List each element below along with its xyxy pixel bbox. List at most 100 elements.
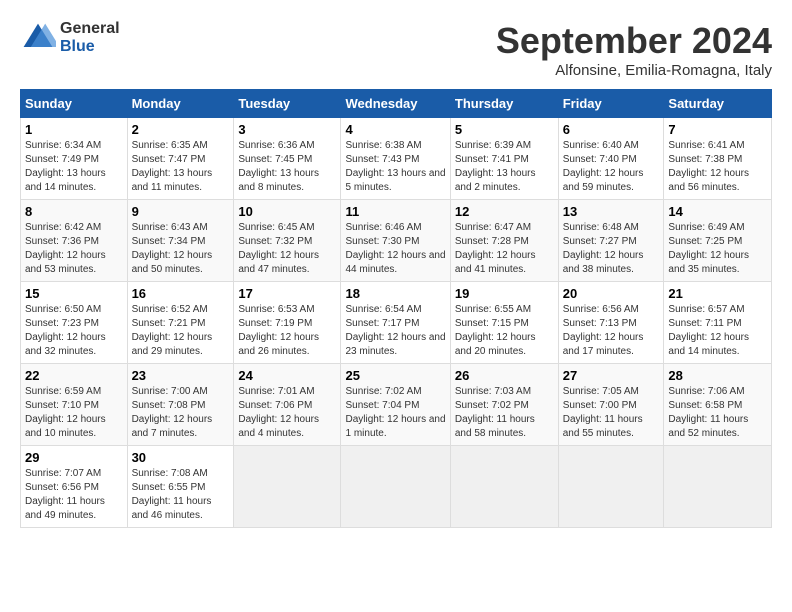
day-info: Sunrise: 6:55 AM Sunset: 7:15 PM Dayligh…	[455, 303, 554, 359]
day-number: 2	[132, 122, 230, 137]
col-thursday: Thursday	[450, 90, 558, 118]
day-number: 25	[345, 368, 445, 383]
calendar-cell	[664, 446, 772, 528]
col-tuesday: Tuesday	[234, 90, 341, 118]
day-number: 23	[132, 368, 230, 383]
day-number: 16	[132, 286, 230, 301]
day-info: Sunrise: 7:08 AM Sunset: 6:55 PM Dayligh…	[132, 467, 230, 523]
logo: General Blue	[20, 20, 120, 56]
day-info: Sunrise: 7:02 AM Sunset: 7:04 PM Dayligh…	[345, 385, 445, 441]
calendar-cell: 22 Sunrise: 6:59 AM Sunset: 7:10 PM Dayl…	[21, 364, 128, 446]
day-number: 10	[238, 204, 336, 219]
calendar-cell: 20 Sunrise: 6:56 AM Sunset: 7:13 PM Dayl…	[558, 282, 664, 364]
logo-text: General Blue	[60, 20, 120, 56]
day-info: Sunrise: 7:03 AM Sunset: 7:02 PM Dayligh…	[455, 385, 554, 441]
day-info: Sunrise: 6:41 AM Sunset: 7:38 PM Dayligh…	[668, 139, 767, 195]
col-saturday: Saturday	[664, 90, 772, 118]
week-row-4: 22 Sunrise: 6:59 AM Sunset: 7:10 PM Dayl…	[21, 364, 772, 446]
day-info: Sunrise: 7:01 AM Sunset: 7:06 PM Dayligh…	[238, 385, 336, 441]
day-number: 12	[455, 204, 554, 219]
calendar-cell: 13 Sunrise: 6:48 AM Sunset: 7:27 PM Dayl…	[558, 200, 664, 282]
day-info: Sunrise: 6:45 AM Sunset: 7:32 PM Dayligh…	[238, 221, 336, 277]
day-info: Sunrise: 6:59 AM Sunset: 7:10 PM Dayligh…	[25, 385, 123, 441]
calendar-cell: 14 Sunrise: 6:49 AM Sunset: 7:25 PM Dayl…	[664, 200, 772, 282]
day-info: Sunrise: 6:54 AM Sunset: 7:17 PM Dayligh…	[345, 303, 445, 359]
calendar-cell: 29 Sunrise: 7:07 AM Sunset: 6:56 PM Dayl…	[21, 446, 128, 528]
calendar-cell	[341, 446, 450, 528]
logo-icon	[20, 20, 56, 56]
day-number: 13	[563, 204, 660, 219]
calendar-cell: 24 Sunrise: 7:01 AM Sunset: 7:06 PM Dayl…	[234, 364, 341, 446]
day-number: 26	[455, 368, 554, 383]
day-info: Sunrise: 6:49 AM Sunset: 7:25 PM Dayligh…	[668, 221, 767, 277]
day-info: Sunrise: 6:42 AM Sunset: 7:36 PM Dayligh…	[25, 221, 123, 277]
calendar-cell: 11 Sunrise: 6:46 AM Sunset: 7:30 PM Dayl…	[341, 200, 450, 282]
week-row-2: 8 Sunrise: 6:42 AM Sunset: 7:36 PM Dayli…	[21, 200, 772, 282]
calendar-cell: 30 Sunrise: 7:08 AM Sunset: 6:55 PM Dayl…	[127, 446, 234, 528]
day-number: 28	[668, 368, 767, 383]
col-monday: Monday	[127, 90, 234, 118]
day-number: 4	[345, 122, 445, 137]
calendar-cell: 12 Sunrise: 6:47 AM Sunset: 7:28 PM Dayl…	[450, 200, 558, 282]
day-info: Sunrise: 6:53 AM Sunset: 7:19 PM Dayligh…	[238, 303, 336, 359]
calendar-cell: 5 Sunrise: 6:39 AM Sunset: 7:41 PM Dayli…	[450, 118, 558, 200]
calendar-cell: 15 Sunrise: 6:50 AM Sunset: 7:23 PM Dayl…	[21, 282, 128, 364]
calendar-cell	[558, 446, 664, 528]
col-wednesday: Wednesday	[341, 90, 450, 118]
day-info: Sunrise: 7:00 AM Sunset: 7:08 PM Dayligh…	[132, 385, 230, 441]
col-sunday: Sunday	[21, 90, 128, 118]
day-number: 15	[25, 286, 123, 301]
calendar-cell: 21 Sunrise: 6:57 AM Sunset: 7:11 PM Dayl…	[664, 282, 772, 364]
week-row-1: 1 Sunrise: 6:34 AM Sunset: 7:49 PM Dayli…	[21, 118, 772, 200]
day-info: Sunrise: 6:47 AM Sunset: 7:28 PM Dayligh…	[455, 221, 554, 277]
day-number: 21	[668, 286, 767, 301]
calendar-cell: 4 Sunrise: 6:38 AM Sunset: 7:43 PM Dayli…	[341, 118, 450, 200]
day-info: Sunrise: 6:46 AM Sunset: 7:30 PM Dayligh…	[345, 221, 445, 277]
day-number: 22	[25, 368, 123, 383]
day-info: Sunrise: 6:57 AM Sunset: 7:11 PM Dayligh…	[668, 303, 767, 359]
calendar-cell: 26 Sunrise: 7:03 AM Sunset: 7:02 PM Dayl…	[450, 364, 558, 446]
day-info: Sunrise: 6:52 AM Sunset: 7:21 PM Dayligh…	[132, 303, 230, 359]
day-info: Sunrise: 7:05 AM Sunset: 7:00 PM Dayligh…	[563, 385, 660, 441]
day-number: 6	[563, 122, 660, 137]
day-info: Sunrise: 6:36 AM Sunset: 7:45 PM Dayligh…	[238, 139, 336, 195]
calendar-cell: 10 Sunrise: 6:45 AM Sunset: 7:32 PM Dayl…	[234, 200, 341, 282]
calendar-cell	[234, 446, 341, 528]
calendar-cell: 25 Sunrise: 7:02 AM Sunset: 7:04 PM Dayl…	[341, 364, 450, 446]
day-number: 1	[25, 122, 123, 137]
page-header: General Blue September 2024 Alfonsine, E…	[20, 20, 772, 79]
calendar-cell: 7 Sunrise: 6:41 AM Sunset: 7:38 PM Dayli…	[664, 118, 772, 200]
day-number: 8	[25, 204, 123, 219]
calendar-cell: 23 Sunrise: 7:00 AM Sunset: 7:08 PM Dayl…	[127, 364, 234, 446]
calendar-cell	[450, 446, 558, 528]
day-number: 9	[132, 204, 230, 219]
calendar-cell: 16 Sunrise: 6:52 AM Sunset: 7:21 PM Dayl…	[127, 282, 234, 364]
day-number: 27	[563, 368, 660, 383]
day-number: 24	[238, 368, 336, 383]
day-number: 3	[238, 122, 336, 137]
title-block: September 2024 Alfonsine, Emilia-Romagna…	[496, 20, 772, 79]
week-row-3: 15 Sunrise: 6:50 AM Sunset: 7:23 PM Dayl…	[21, 282, 772, 364]
day-number: 30	[132, 450, 230, 465]
week-row-5: 29 Sunrise: 7:07 AM Sunset: 6:56 PM Dayl…	[21, 446, 772, 528]
location-title: Alfonsine, Emilia-Romagna, Italy	[496, 62, 772, 79]
calendar-cell: 28 Sunrise: 7:06 AM Sunset: 6:58 PM Dayl…	[664, 364, 772, 446]
calendar-cell: 8 Sunrise: 6:42 AM Sunset: 7:36 PM Dayli…	[21, 200, 128, 282]
calendar-cell: 18 Sunrise: 6:54 AM Sunset: 7:17 PM Dayl…	[341, 282, 450, 364]
calendar-cell: 3 Sunrise: 6:36 AM Sunset: 7:45 PM Dayli…	[234, 118, 341, 200]
day-info: Sunrise: 6:35 AM Sunset: 7:47 PM Dayligh…	[132, 139, 230, 195]
col-friday: Friday	[558, 90, 664, 118]
day-number: 29	[25, 450, 123, 465]
day-info: Sunrise: 7:06 AM Sunset: 6:58 PM Dayligh…	[668, 385, 767, 441]
calendar-cell: 17 Sunrise: 6:53 AM Sunset: 7:19 PM Dayl…	[234, 282, 341, 364]
day-info: Sunrise: 6:50 AM Sunset: 7:23 PM Dayligh…	[25, 303, 123, 359]
calendar-cell: 1 Sunrise: 6:34 AM Sunset: 7:49 PM Dayli…	[21, 118, 128, 200]
day-info: Sunrise: 6:34 AM Sunset: 7:49 PM Dayligh…	[25, 139, 123, 195]
calendar-cell: 19 Sunrise: 6:55 AM Sunset: 7:15 PM Dayl…	[450, 282, 558, 364]
day-number: 7	[668, 122, 767, 137]
day-number: 20	[563, 286, 660, 301]
calendar-header-row: Sunday Monday Tuesday Wednesday Thursday…	[21, 90, 772, 118]
day-number: 18	[345, 286, 445, 301]
day-info: Sunrise: 6:48 AM Sunset: 7:27 PM Dayligh…	[563, 221, 660, 277]
day-info: Sunrise: 7:07 AM Sunset: 6:56 PM Dayligh…	[25, 467, 123, 523]
